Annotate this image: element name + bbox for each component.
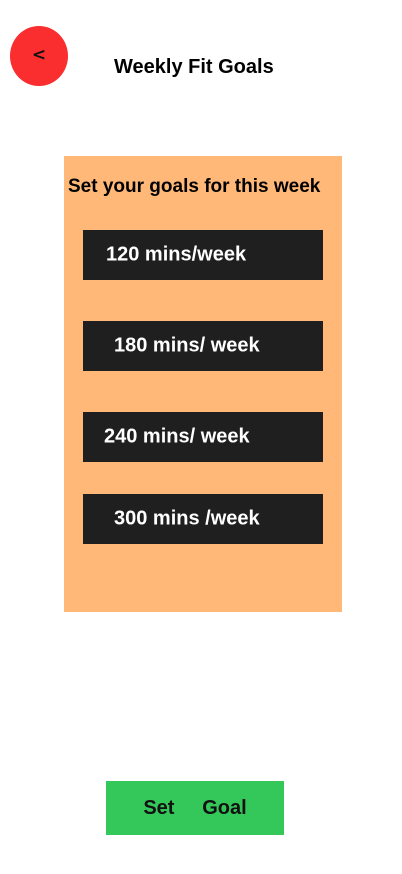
goal-option-label: 240 mins/ week [104, 425, 250, 448]
back-button[interactable]: < [10, 26, 68, 86]
goal-option-180[interactable]: 180 mins/ week [83, 321, 323, 371]
goal-options-panel: Set your goals for this week 120 mins/we… [64, 156, 342, 612]
goal-option-300[interactable]: 300 mins /week [83, 494, 323, 544]
goal-option-120[interactable]: 120 mins/week [83, 230, 323, 280]
set-goal-label: Set Goal [143, 796, 247, 819]
goal-option-label: 120 mins/week [106, 243, 247, 266]
page-title: Weekly Fit Goals [114, 56, 274, 78]
set-goal-button[interactable]: Set Goal [106, 781, 284, 835]
back-arrow-icon: < [31, 45, 47, 65]
goal-option-label: 300 mins /week [114, 507, 260, 530]
goal-option-label: 180 mins/ week [114, 334, 260, 357]
goal-option-240[interactable]: 240 mins/ week [83, 412, 323, 462]
panel-heading: Set your goals for this week [68, 176, 321, 197]
